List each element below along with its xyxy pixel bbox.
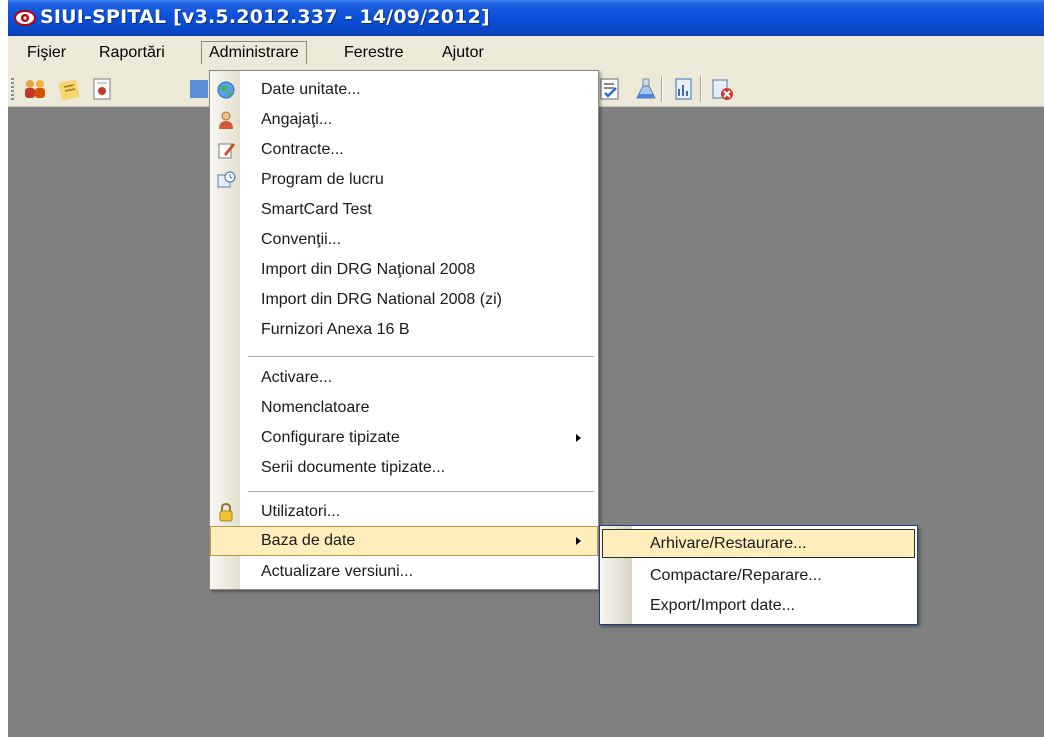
- toolbar-grip[interactable]: [11, 78, 14, 100]
- schedule-icon: [216, 170, 236, 190]
- menu-item-contracte[interactable]: Contracte...: [210, 135, 598, 165]
- menu-item-import-drg-2008-zi[interactable]: Import din DRG National 2008 (zi): [210, 285, 598, 315]
- delete-document-icon[interactable]: [709, 76, 735, 102]
- menu-item-baza-de-date[interactable]: Baza de date: [210, 526, 598, 556]
- menu-item-label: SmartCard Test: [261, 201, 372, 218]
- user-icon: [216, 110, 236, 130]
- menu-ferestre[interactable]: Ferestre: [337, 42, 411, 64]
- menu-item-program-de-lucru[interactable]: Program de lucru: [210, 165, 598, 195]
- toolbar-separator: [661, 76, 663, 102]
- menu-administrare[interactable]: Administrare: [201, 41, 307, 64]
- menu-item-label: Program de lucru: [261, 171, 384, 188]
- menu-item-label: Angajaţi...: [261, 111, 333, 128]
- checklist-icon[interactable]: [597, 76, 623, 102]
- notes-icon[interactable]: [57, 76, 83, 102]
- menu-item-label: Compactare/Reparare...: [650, 567, 822, 584]
- menu-item-serii-documente[interactable]: Serii documente tipizate...: [210, 453, 598, 483]
- menu-item-utilizatori[interactable]: Utilizatori...: [210, 497, 598, 527]
- menu-item-smartcard-test[interactable]: SmartCard Test: [210, 195, 598, 225]
- menu-item-configurare-tipizate[interactable]: Configurare tipizate: [210, 423, 598, 453]
- menu-item-furnizori-anexa[interactable]: Furnizori Anexa 16 B: [210, 315, 598, 345]
- menu-item-conventii[interactable]: Convenţii...: [210, 225, 598, 255]
- menu-item-label: Convenţii...: [261, 231, 342, 248]
- menu-item-label: Export/Import date...: [650, 597, 795, 614]
- window-title: SIUI-SPITAL [v3.5.2012.337 - 14/09/2012]: [40, 6, 490, 28]
- menu-separator: [248, 491, 594, 492]
- menu-item-date-unitate[interactable]: Date unitate...: [210, 75, 598, 105]
- submenu-arrow-icon: [576, 434, 581, 442]
- lock-icon: [216, 502, 236, 522]
- menu-item-export-import-date[interactable]: Export/Import date...: [602, 591, 915, 620]
- document-edit-icon: [216, 140, 236, 160]
- menu-item-angajati[interactable]: Angajaţi...: [210, 105, 598, 135]
- title-bar[interactable]: SIUI-SPITAL [v3.5.2012.337 - 14/09/2012]: [8, 0, 1044, 36]
- menu-item-actualizare-versiuni[interactable]: Actualizare versiuni...: [210, 557, 598, 587]
- menu-item-activare[interactable]: Activare...: [210, 363, 598, 393]
- globe-icon: [216, 80, 236, 100]
- report-icon[interactable]: [671, 76, 697, 102]
- app-eye-icon: [14, 8, 36, 28]
- menu-item-arhivare-restaurare[interactable]: Arhivare/Restaurare...: [602, 529, 915, 558]
- baza-de-date-submenu: Arhivare/Restaurare... Compactare/Repara…: [599, 525, 918, 625]
- menu-item-nomenclatoare[interactable]: Nomenclatoare: [210, 393, 598, 423]
- menu-item-label: Furnizori Anexa 16 B: [261, 321, 410, 338]
- menu-ajutor[interactable]: Ajutor: [435, 42, 491, 64]
- menu-raportari[interactable]: Raportări: [92, 42, 172, 64]
- certificate-icon[interactable]: [89, 76, 115, 102]
- menu-item-label: Utilizatori...: [261, 503, 341, 520]
- toolbar-separator: [700, 76, 702, 102]
- menu-item-label: Import din DRG National 2008 (zi): [261, 291, 502, 308]
- submenu-arrow-icon: [576, 537, 581, 545]
- menu-item-label: Date unitate...: [261, 81, 361, 98]
- menu-item-label: Activare...: [261, 369, 333, 386]
- menu-item-label: Arhivare/Restaurare...: [650, 535, 807, 552]
- menu-item-label: Nomenclatoare: [261, 399, 370, 416]
- menu-item-label: Configurare tipizate: [261, 429, 400, 446]
- menu-fisier[interactable]: Fişier: [20, 42, 73, 64]
- menu-item-label: Baza de date: [261, 532, 356, 549]
- flask-icon[interactable]: [633, 76, 659, 102]
- menu-item-label: Import din DRG Naţional 2008: [261, 261, 476, 278]
- users-icon[interactable]: [22, 76, 48, 102]
- menu-item-label: Serii documente tipizate...: [261, 459, 446, 476]
- menu-item-label: Contracte...: [261, 141, 344, 158]
- administrare-menu: Date unitate... Angajaţi... Contracte...: [209, 70, 599, 590]
- menu-separator: [248, 356, 594, 357]
- menu-bar: Fişier Raportări Administrare Ferestre A…: [8, 36, 1044, 70]
- menu-item-label: Actualizare versiuni...: [261, 563, 414, 580]
- menu-item-compactare-reparare[interactable]: Compactare/Reparare...: [602, 561, 915, 590]
- menu-item-import-drg-2008[interactable]: Import din DRG Naţional 2008: [210, 255, 598, 285]
- app-window: SIUI-SPITAL [v3.5.2012.337 - 14/09/2012]…: [8, 0, 1044, 737]
